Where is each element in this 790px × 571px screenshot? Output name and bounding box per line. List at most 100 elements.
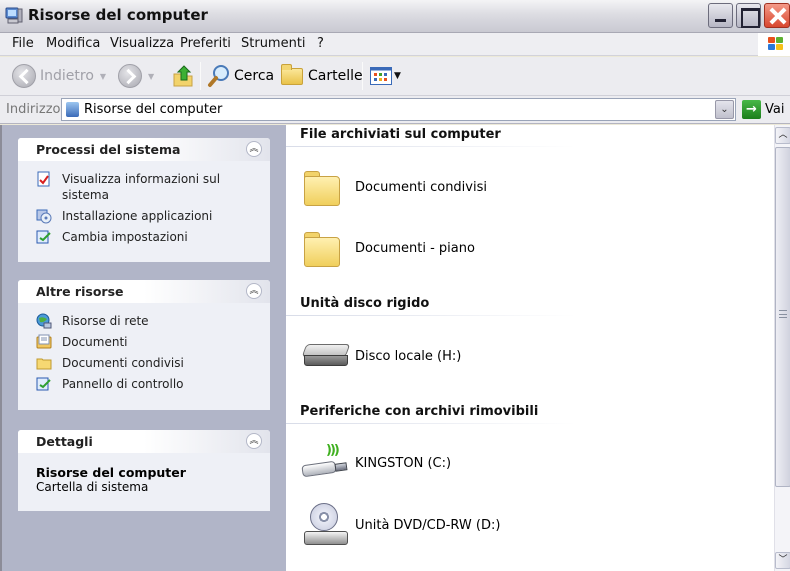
scroll-down-button[interactable]: ﹀: [775, 552, 790, 569]
item-kingston-c[interactable]: ))) KINGSTON (C:): [301, 443, 452, 481]
hard-disk-icon: [301, 342, 351, 370]
my-computer-icon: [66, 102, 79, 117]
scroll-thumb[interactable]: [775, 147, 790, 487]
task-system-info[interactable]: Visualizza informazioni sul sistema: [36, 171, 260, 203]
folders-label: Cartelle: [308, 68, 363, 84]
item-label: Unità DVD/CD-RW (D:): [355, 517, 501, 533]
menu-bar: File Modifica Visualizza Preferiti Strum…: [0, 33, 790, 56]
panel-details: Dettagli ︽ Risorse del computer Cartella…: [18, 430, 270, 511]
scroll-up-button[interactable]: ︿: [775, 127, 790, 144]
vertical-scrollbar[interactable]: ︿ ﹀: [774, 125, 790, 571]
go-button[interactable]: → Vai: [742, 100, 784, 119]
group-title: Periferiche con archivi rimovibili: [300, 404, 539, 419]
group-divider: [286, 423, 576, 424]
search-button[interactable]: Cerca: [207, 63, 274, 89]
forward-dropdown-icon[interactable]: ▼: [148, 72, 154, 81]
detail-name: Risorse del computer: [36, 465, 186, 480]
back-label: Indietro: [40, 68, 94, 84]
back-dropdown-icon[interactable]: ▼: [100, 72, 106, 81]
go-label: Vai: [765, 102, 785, 117]
views-dropdown-icon: ▼: [394, 71, 401, 81]
menu-visualizza[interactable]: Visualizza: [110, 36, 174, 51]
usb-drive-icon: ))): [301, 443, 350, 481]
up-folder-icon: [173, 65, 193, 87]
address-bar: Indirizzo Risorse del computer ⌄ → Vai: [0, 96, 790, 124]
item-local-disk-h[interactable]: Disco locale (H:): [301, 342, 462, 370]
menu-preferiti[interactable]: Preferiti: [180, 36, 231, 51]
toolbar-separator: [362, 62, 363, 90]
task-label: Risorse di rete: [62, 314, 149, 328]
maximize-button[interactable]: [736, 3, 761, 28]
dvd-drive-icon: [302, 503, 350, 547]
address-input[interactable]: Risorse del computer ⌄: [61, 98, 736, 121]
task-add-remove-programs[interactable]: Installazione applicazioni: [36, 208, 260, 224]
minimize-button[interactable]: [708, 3, 733, 28]
item-documenti-piano[interactable]: Documenti - piano: [302, 232, 475, 267]
task-label: Installazione applicazioni: [62, 209, 213, 223]
task-pane: Processi del sistema ︽ Visualizza inform…: [0, 125, 286, 571]
my-computer-icon: [4, 6, 24, 26]
item-label: KINGSTON (C:): [355, 455, 452, 471]
title-bar[interactable]: Risorse del computer: [0, 0, 790, 33]
item-shared-documents[interactable]: Documenti condivisi: [302, 171, 487, 206]
collapse-chevron-icon[interactable]: ︽: [246, 141, 262, 157]
address-value: Risorse del computer: [84, 102, 223, 117]
content-pane: File archiviati sul computer Documenti c…: [286, 125, 774, 571]
task-network-places[interactable]: Risorse di rete: [36, 313, 260, 329]
detail-type: Cartella di sistema: [36, 480, 149, 494]
go-arrow-icon: →: [742, 100, 761, 119]
panel-system-tasks: Processi del sistema ︽ Visualizza inform…: [18, 138, 270, 262]
address-dropdown-button[interactable]: ⌄: [715, 100, 734, 119]
group-divider: [286, 146, 576, 147]
folder-icon: [36, 358, 52, 370]
panel-title: Altre risorse: [36, 284, 124, 299]
grip-icon: [779, 310, 787, 318]
task-label: Documenti: [62, 335, 128, 349]
add-remove-programs-icon: [36, 209, 52, 224]
task-label: Cambia impostazioni: [62, 230, 188, 244]
address-label: Indirizzo: [6, 102, 61, 117]
item-label: Documenti - piano: [355, 240, 475, 256]
views-icon: [370, 67, 392, 85]
back-button[interactable]: Indietro ▼: [12, 63, 106, 89]
panel-title: Dettagli: [36, 434, 93, 449]
panel-header[interactable]: Altre risorse ︽: [18, 280, 270, 303]
item-label: Disco locale (H:): [355, 348, 462, 364]
views-button[interactable]: ▼: [370, 63, 401, 89]
group-divider: [286, 315, 576, 316]
window-title: Risorse del computer: [28, 6, 208, 24]
panel-title: Processi del sistema: [36, 142, 181, 157]
folder-icon: [302, 171, 340, 206]
task-shared-documents[interactable]: Documenti condivisi: [36, 355, 260, 371]
panel-other-places: Altre risorse ︽ Risorse di rete Document…: [18, 280, 270, 410]
task-label: Pannello di controllo: [62, 377, 184, 391]
collapse-chevron-icon[interactable]: ︽: [246, 283, 262, 299]
menu-strumenti[interactable]: Strumenti: [241, 36, 306, 51]
group-title: Unità disco rigido: [300, 296, 430, 311]
folders-icon: [281, 63, 303, 85]
menu-file[interactable]: File: [12, 36, 34, 51]
folder-icon: [302, 232, 340, 267]
task-my-documents[interactable]: Documenti: [36, 334, 260, 350]
close-button[interactable]: [764, 3, 790, 28]
task-label: Documenti condivisi: [62, 356, 184, 370]
task-control-panel[interactable]: Pannello di controllo: [36, 376, 260, 392]
windows-logo-icon: [758, 33, 790, 56]
forward-button[interactable]: ▼: [118, 63, 154, 89]
back-arrow-icon: [12, 64, 36, 88]
control-panel-icon: [36, 377, 51, 391]
up-button[interactable]: [172, 63, 194, 89]
toolbar-separator: [200, 62, 201, 90]
panel-header[interactable]: Dettagli ︽: [18, 430, 270, 453]
item-dvd-drive-d[interactable]: Unità DVD/CD-RW (D:): [302, 503, 500, 547]
menu-modifica[interactable]: Modifica: [46, 36, 100, 51]
folders-button[interactable]: Cartelle: [281, 63, 363, 89]
menu-help[interactable]: ?: [317, 36, 324, 51]
task-change-settings[interactable]: Cambia impostazioni: [36, 229, 260, 245]
toolbar: Indietro ▼ ▼ Cerca Cartelle ▼: [0, 57, 790, 96]
magnifier-icon: [208, 65, 229, 87]
panel-header[interactable]: Processi del sistema ︽: [18, 138, 270, 161]
my-documents-icon: [36, 334, 52, 349]
task-label: Visualizza informazioni sul sistema: [62, 172, 221, 202]
collapse-chevron-icon[interactable]: ︽: [246, 433, 262, 449]
